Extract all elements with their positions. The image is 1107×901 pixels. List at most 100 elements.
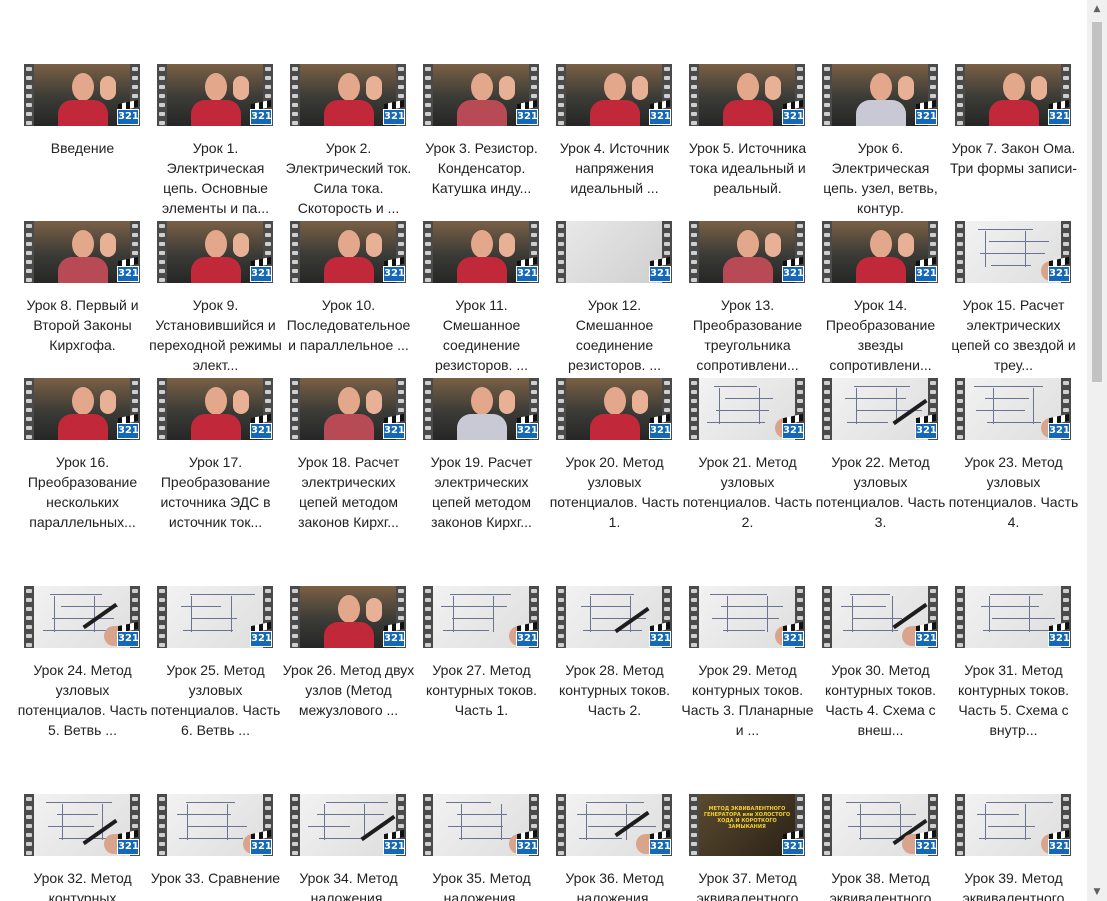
video-file-item[interactable]: 321 Урок 13. Преобразование треугольника …: [689, 221, 822, 375]
video-file-item[interactable]: 321 Урок 31. Метод контурных токов. Часть…: [955, 586, 1087, 740]
video-thumbnail[interactable]: 321: [955, 221, 1071, 283]
vertical-scrollbar[interactable]: ▲ ▼: [1087, 0, 1107, 901]
video-thumbnail[interactable]: 321: [556, 378, 672, 440]
video-thumbnail[interactable]: 321: [157, 586, 273, 648]
video-file-item[interactable]: 321 Урок 14. Преобразование звезды сопрот…: [822, 221, 955, 375]
video-file-item[interactable]: 321 Урок 1. Электрическая цепь. Основные …: [157, 64, 290, 218]
video-thumbnail[interactable]: 321: [423, 221, 539, 283]
video-file-item[interactable]: 321 Урок 25. Метод узловых потенциалов. Ч…: [151, 586, 290, 740]
video-thumbnail[interactable]: 321: [157, 794, 273, 856]
video-thumbnail[interactable]: 321: [689, 64, 805, 126]
badge-number: 321: [1048, 266, 1070, 282]
video-file-item[interactable]: 321 Урок 24. Метод узловых потенциалов. Ч…: [18, 586, 157, 740]
video-file-item[interactable]: 321 Урок 36. Метод наложения.: [556, 794, 689, 901]
video-thumbnail[interactable]: 321: [689, 221, 805, 283]
video-file-item[interactable]: 321 Урок 16. Преобразование нескольких па…: [24, 378, 157, 532]
video-file-item[interactable]: 321 Урок 35. Метод наложения.: [423, 794, 556, 901]
video-file-item[interactable]: 321 Урок 21. Метод узловых потенциалов. Ч…: [683, 378, 822, 532]
video-thumbnail[interactable]: 321: [157, 378, 273, 440]
film-reel-strip: [290, 378, 300, 440]
video-thumbnail[interactable]: 321: [290, 378, 406, 440]
scroll-up-arrow-icon[interactable]: ▲: [1087, 0, 1107, 18]
media-player-clapperboard-icon: 321: [646, 621, 672, 648]
video-thumbnail[interactable]: 321: [822, 64, 938, 126]
video-thumbnail[interactable]: 321: [689, 586, 805, 648]
video-file-item[interactable]: 321 Урок 17. Преобразование источника ЭДС…: [157, 378, 290, 532]
video-thumbnail[interactable]: 321: [822, 378, 938, 440]
badge-number: 321: [516, 423, 538, 439]
video-file-item[interactable]: 321 Урок 4. Источник напряжения идеальный…: [556, 64, 689, 198]
video-thumbnail[interactable]: 321: [556, 221, 672, 283]
video-file-item[interactable]: 321 Урок 33. Сравнение: [151, 794, 290, 888]
video-file-item[interactable]: 321 Урок 7. Закон Ома. Три формы записи-: [950, 64, 1087, 178]
video-file-item[interactable]: 321 Урок 28. Метод контурных токов. Часть…: [556, 586, 689, 720]
video-thumbnail[interactable]: 321: [556, 794, 672, 856]
video-thumbnail[interactable]: 321: [290, 794, 406, 856]
video-thumbnail[interactable]: 321: [24, 221, 140, 283]
video-thumbnail[interactable]: 321: [822, 586, 938, 648]
video-file-item[interactable]: 321 Урок 30. Метод контурных токов. Часть…: [822, 586, 955, 740]
video-thumbnail[interactable]: 321: [423, 794, 539, 856]
video-file-item[interactable]: 321 Урок 22. Метод узловых потенциалов. Ч…: [816, 378, 955, 532]
film-reel-strip: [423, 794, 433, 856]
video-file-item[interactable]: 321 Урок 6. Электрическая цепь. узел, вет…: [822, 64, 955, 218]
badge-number: 321: [383, 423, 405, 439]
video-file-item[interactable]: 321 Урок 10. Последовательное и параллель…: [287, 221, 423, 355]
video-thumbnail[interactable]: 321: [556, 586, 672, 648]
video-thumbnail[interactable]: МЕТОД ЭКВИВАЛЕНТНОГО ГЕНЕРАТОРА или ХОЛО…: [689, 794, 805, 856]
film-reel-strip: [955, 586, 965, 648]
video-thumbnail[interactable]: 321: [423, 64, 539, 126]
video-file-item[interactable]: 321 Урок 19. Расчет электрических цепей м…: [423, 378, 556, 532]
scroll-thumb[interactable]: [1092, 22, 1102, 382]
video-thumbnail[interactable]: 321: [290, 586, 406, 648]
video-file-name: Урок 28. Метод контурных токов. Часть 2.: [558, 662, 671, 718]
video-thumbnail[interactable]: 321: [423, 378, 539, 440]
video-file-item[interactable]: 321 Урок 8. Первый и Второй Законы Кирхго…: [24, 221, 157, 355]
video-thumbnail[interactable]: 321: [157, 221, 273, 283]
video-file-item[interactable]: 321 Урок 29. Метод контурных токов. Часть…: [681, 586, 822, 740]
video-file-item[interactable]: 321 Урок 3. Резистор. Конденсатор. Катушк…: [423, 64, 556, 198]
video-file-item[interactable]: 321 Урок 26. Метод двух узлов (Метод межу…: [283, 586, 423, 720]
video-thumbnail[interactable]: 321: [290, 221, 406, 283]
video-thumbnail[interactable]: 321: [157, 64, 273, 126]
video-file-item[interactable]: МЕТОД ЭКВИВАЛЕНТНОГО ГЕНЕРАТОРА или ХОЛО…: [689, 794, 822, 901]
video-thumbnail[interactable]: 321: [290, 64, 406, 126]
video-thumbnail[interactable]: 321: [955, 378, 1071, 440]
video-thumbnail[interactable]: 321: [24, 64, 140, 126]
scroll-down-arrow-icon[interactable]: ▼: [1087, 883, 1107, 901]
video-thumbnail[interactable]: 321: [955, 64, 1071, 126]
video-file-item[interactable]: 321 Урок 39. Метод эквивалентного: [955, 794, 1087, 901]
media-player-clapperboard-icon: 321: [513, 99, 539, 126]
video-file-item[interactable]: 321 Урок 32. Метод контурных: [24, 794, 157, 901]
video-file-item[interactable]: 321 Урок 2. Электрический ток. Сила тока.…: [286, 64, 423, 218]
video-file-item[interactable]: 321 Урок 15. Расчет электрических цепей с…: [951, 221, 1087, 375]
video-file-item[interactable]: 321 Урок 11. Смешанное соединение резисто…: [423, 221, 556, 375]
film-reel-strip: [689, 221, 699, 283]
film-reel-strip: [556, 221, 566, 283]
badge-number: 321: [782, 631, 804, 647]
video-thumbnail[interactable]: 321: [24, 586, 140, 648]
media-player-clapperboard-icon: 321: [247, 99, 273, 126]
video-file-item[interactable]: 321 Введение: [24, 64, 157, 158]
film-reel-strip: [955, 378, 965, 440]
video-file-item[interactable]: 321 Урок 34. Метод наложения.: [290, 794, 423, 901]
video-thumbnail[interactable]: 321: [955, 586, 1071, 648]
media-player-clapperboard-icon: 321: [513, 413, 539, 440]
video-thumbnail[interactable]: 321: [822, 221, 938, 283]
video-thumbnail[interactable]: 321: [423, 586, 539, 648]
video-file-item[interactable]: 321 Урок 27. Метод контурных токов. Часть…: [423, 586, 556, 720]
video-thumbnail[interactable]: 321: [955, 794, 1071, 856]
video-file-item[interactable]: 321 Урок 12. Смешанное соединение резисто…: [556, 221, 689, 375]
video-thumbnail[interactable]: 321: [556, 64, 672, 126]
video-thumbnail[interactable]: 321: [24, 794, 140, 856]
video-file-item[interactable]: 321 Урок 5. Источника тока идеальный и ре…: [689, 64, 822, 198]
video-file-name: Урок 1. Электрическая цепь. Основные эле…: [161, 140, 270, 216]
video-file-item[interactable]: 321 Урок 38. Метод эквивалентного: [822, 794, 955, 901]
video-file-item[interactable]: 321 Урок 23. Метод узловых потенциалов. Ч…: [949, 378, 1087, 532]
video-file-item[interactable]: 321 Урок 18. Расчет электрических цепей м…: [290, 378, 423, 532]
video-thumbnail[interactable]: 321: [689, 378, 805, 440]
video-thumbnail[interactable]: 321: [24, 378, 140, 440]
video-file-item[interactable]: 321 Урок 20. Метод узловых потенциалов. Ч…: [550, 378, 689, 532]
video-file-item[interactable]: 321 Урок 9. Установившийся и переходной р…: [149, 221, 290, 375]
video-thumbnail[interactable]: 321: [822, 794, 938, 856]
